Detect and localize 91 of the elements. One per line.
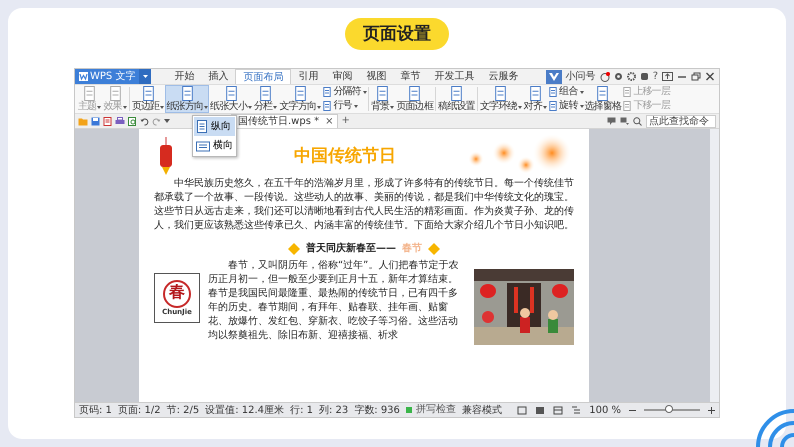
new-tab-button[interactable]: + — [341, 115, 350, 127]
ribbon-button[interactable]: 背景 — [370, 85, 396, 113]
undo-icon[interactable] — [140, 116, 149, 126]
preview-icon[interactable] — [128, 116, 137, 126]
section-name: 春节 — [402, 242, 422, 256]
fullscreen-icon[interactable] — [517, 406, 528, 414]
ribbon-button[interactable]: 纸张方向 — [165, 85, 210, 113]
status-square-icon — [406, 407, 412, 413]
ribbon-button[interactable]: 文字环绕 — [478, 85, 523, 113]
caret-icon[interactable] — [164, 119, 170, 123]
ribbon-tab[interactable]: 开发工具 — [427, 69, 482, 84]
diamond-icon — [428, 243, 440, 255]
ribbon-tab[interactable]: 审阅 — [325, 69, 360, 84]
search-icon[interactable] — [633, 116, 642, 126]
body-paragraph: 春节，又叫阴历年，俗称“过年”。人们把春节定于农历正月初一，但一般至少要到正月十五，新年才算结束。春节是我国民间最隆重、最热闹的传统节日，已有四千多年的历史。春节期间，有拜年、贴春联、挂年画、贴窗花、放爆竹、发红包、穿新衣、吃饺子等习俗。这些活动均以祭奠祖先、除旧布新、迎禧接福、祈求 — [208, 259, 460, 343]
comment-icon[interactable] — [607, 117, 616, 125]
landscape-page-icon — [196, 140, 210, 152]
ribbon-tab[interactable]: 页面布局 — [235, 69, 292, 84]
status-item: 节: 2/5 — [166, 404, 200, 416]
caret-icon — [580, 104, 584, 108]
circle-icon[interactable] — [614, 72, 623, 81]
spell-check-button[interactable]: 拼写检查 — [406, 404, 456, 416]
caret-icon — [580, 90, 584, 94]
diamond-icon — [288, 243, 300, 255]
logo-icon — [79, 72, 88, 81]
gear-icon[interactable] — [626, 72, 636, 81]
ribbon-button[interactable]: 文字方向 — [278, 85, 322, 113]
ribbon-button[interactable]: 分栏 — [253, 85, 278, 113]
zoom-level: 100 % — [589, 404, 621, 416]
page-icon — [322, 87, 332, 97]
slide-title: 页面设置 — [345, 18, 449, 50]
caret-icon — [354, 104, 358, 108]
print-icon[interactable] — [115, 116, 125, 126]
close-tab-button[interactable]: × — [325, 116, 334, 128]
status-item: 列: 23 — [318, 404, 348, 416]
app-menu-button[interactable]: WPS 文字 — [75, 69, 140, 84]
ribbon-tab[interactable]: 视图 — [359, 69, 394, 84]
help-button[interactable]: ? — [652, 70, 658, 82]
status-item: 页码: 1 — [79, 404, 112, 416]
search-field[interactable]: 点此查找命令 — [646, 114, 716, 128]
caret-icon — [273, 106, 278, 108]
slider-thumb[interactable] — [665, 405, 674, 413]
page-view-icon[interactable] — [535, 406, 546, 414]
ribbon-button[interactable]: 对齐 — [522, 85, 548, 113]
concentric-arcs-drawing — [754, 407, 794, 447]
user-name[interactable]: 小问号 — [566, 69, 596, 84]
outline-view-icon[interactable] — [571, 406, 582, 414]
ribbon-button[interactable]: 页面边框 — [395, 85, 434, 113]
close-icon[interactable] — [705, 72, 715, 81]
status-item: 设置值: 12.4厘米 — [205, 404, 284, 416]
web-view-icon[interactable] — [553, 406, 564, 414]
status-item: 兼容模式 — [462, 404, 502, 416]
ribbon-button[interactable]: 组合 — [548, 86, 584, 98]
ribbon-button[interactable]: 旋转 — [548, 100, 584, 112]
caret-icon — [390, 106, 394, 108]
ribbon-tab[interactable]: 开始 — [167, 69, 202, 84]
ribbon-button[interactable]: 纸张大小 — [209, 85, 254, 113]
page-icon — [622, 101, 632, 111]
status-item: 行: 1 — [290, 404, 313, 416]
ribbon-button[interactable]: 稿纸设置 — [437, 85, 476, 113]
logo-character: 春 — [163, 280, 191, 308]
page-icon — [548, 101, 558, 111]
ribbon-tab[interactable]: 插入 — [201, 69, 236, 84]
status-item: 页面: 1/2 — [118, 404, 161, 416]
plus-icon[interactable] — [708, 406, 715, 414]
ribbon-tab[interactable]: 章节 — [393, 69, 428, 84]
page-icon — [322, 101, 332, 111]
status-item: 字数: 936 — [354, 404, 400, 416]
app-menu-caret[interactable] — [139, 69, 152, 84]
portrait-page-icon — [196, 120, 208, 133]
caret-icon — [518, 106, 522, 108]
section-heading: 普天同庆新春至—— — [306, 242, 396, 256]
save-icon[interactable] — [91, 116, 100, 126]
menu-item[interactable]: 纵向 — [194, 117, 235, 136]
document-tab[interactable]: 国传统节日.wps * × — [231, 114, 338, 128]
caret-icon — [142, 75, 148, 78]
vertical-scrollbar[interactable] — [710, 129, 719, 402]
ribbon-tab[interactable]: 引用 — [291, 69, 326, 84]
caret-icon — [204, 106, 208, 108]
ribbon-button[interactable]: 行号 — [322, 100, 367, 112]
page-icon — [622, 87, 632, 97]
caret-icon — [248, 106, 252, 108]
document-heading: 中国传统节日 — [294, 145, 396, 167]
page-icon — [548, 87, 558, 97]
avatar-icon — [600, 72, 610, 82]
ribbon-button[interactable]: 选择窗格 — [584, 85, 622, 113]
ribbon-tab[interactable]: 云服务 — [481, 69, 526, 84]
restore-icon[interactable] — [691, 72, 701, 81]
caret-icon — [97, 106, 102, 108]
intro-paragraph: 中华民族历史悠久，在五千年的浩瀚岁月里，形成了许多特有的传统节日。每一个传统佳节都承载了一个故事、一段传说。这些动人的故事、美丽的传说，都是我们中华传统文化的瑰宝。这些节日从远古走来，我们还可以清晰地看到古代人民生活的精彩画面。作为炎黄子孙、龙的传人，我们更应该熟悉这些传承已久、内涵丰富的传统佳节。下面给大家介绍几个节日小知识吧。 — [154, 177, 574, 233]
document-icon[interactable] — [103, 116, 112, 126]
